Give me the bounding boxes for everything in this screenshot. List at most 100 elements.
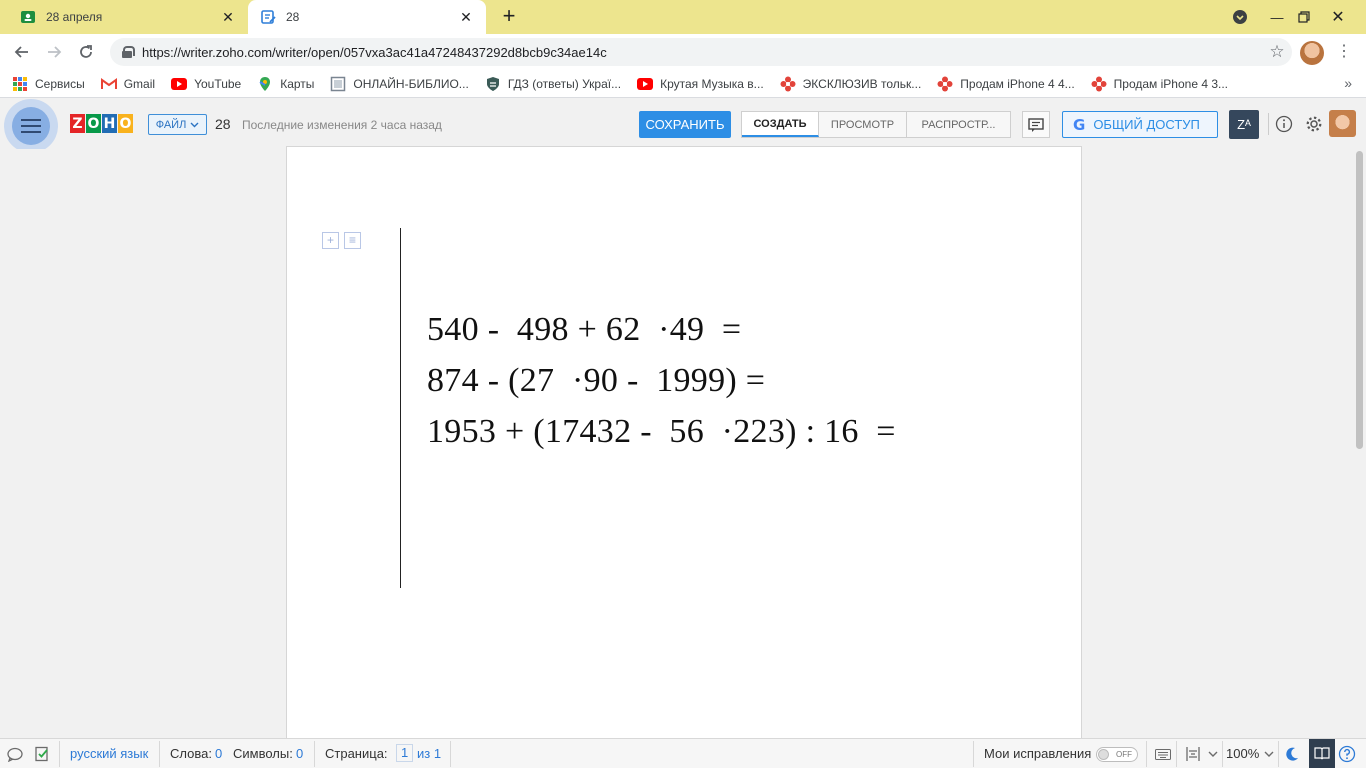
- bookmark-library[interactable]: ОНЛАЙН-БИБЛИО...: [330, 76, 469, 92]
- tab-title: 28: [286, 10, 300, 24]
- browser-menu-icon[interactable]: ⋮: [1334, 41, 1354, 65]
- file-menu-label: ФАЙЛ: [155, 118, 187, 131]
- last-modified-text[interactable]: Последние изменения 2 часа назад: [242, 118, 442, 132]
- document-check-icon[interactable]: [33, 745, 51, 763]
- browser-tab-active[interactable]: 28 ✕: [248, 0, 486, 34]
- chevron-double-right-icon[interactable]: »: [1344, 75, 1352, 91]
- bookmark-label: Продам iPhone 4 4...: [960, 76, 1075, 91]
- back-icon[interactable]: [8, 38, 36, 66]
- night-mode-icon[interactable]: [1283, 745, 1301, 763]
- bookmark-music[interactable]: Крутая Музыка в...: [637, 76, 764, 92]
- close-icon[interactable]: ✕: [220, 9, 236, 25]
- text-cursor: [400, 228, 401, 588]
- window-close-button[interactable]: ✕: [1318, 0, 1358, 34]
- bookmark-youtube[interactable]: YouTube: [171, 76, 241, 92]
- language-selector[interactable]: русский язык: [70, 746, 148, 761]
- help-icon[interactable]: [1338, 745, 1356, 763]
- equation-line[interactable]: 540 - 498 + 62 ·49 =: [427, 304, 896, 355]
- google-icon: G: [1073, 115, 1086, 134]
- comments-panel-icon[interactable]: [1022, 111, 1050, 138]
- bookmark-label: Крутая Музыка в...: [660, 76, 764, 91]
- profile-avatar[interactable]: [1300, 41, 1324, 65]
- bookmark-label: ОНЛАЙН-БИБЛИО...: [353, 76, 469, 91]
- browser-tab[interactable]: 28 апреля ✕: [8, 0, 248, 34]
- browser-toolbar: https://writer.zoho.com/writer/open/057v…: [0, 34, 1366, 70]
- equation-block[interactable]: 540 - 498 + 62 ·49 = 874 - (27 ·90 - 199…: [427, 304, 896, 457]
- word-count-value[interactable]: 0: [215, 746, 222, 761]
- toggle-state: OFF: [1116, 750, 1132, 759]
- flower-icon: [937, 76, 953, 92]
- char-count-value[interactable]: 0: [296, 746, 303, 761]
- reload-icon[interactable]: [72, 38, 100, 66]
- bookmark-star-icon[interactable]: ☆: [1262, 42, 1292, 62]
- share-button[interactable]: G ОБЩИЙ ДОСТУП: [1062, 111, 1218, 138]
- bookmark-label: Gmail: [123, 76, 156, 91]
- bookmark-label: Продам iPhone 4 3...: [1113, 76, 1229, 91]
- user-avatar[interactable]: [1329, 110, 1356, 137]
- book-icon: [330, 76, 346, 92]
- bookmark-apps[interactable]: Сервисы: [12, 76, 85, 92]
- add-block-icon[interactable]: +: [322, 232, 339, 249]
- track-changes-toggle[interactable]: OFF: [1096, 747, 1138, 762]
- bookmark-maps[interactable]: Карты: [257, 76, 314, 92]
- bookmark-iphone-2[interactable]: Продам iPhone 4 3...: [1091, 76, 1228, 92]
- equation-line[interactable]: 1953 + (17432 - 56 ·223) : 16 =: [427, 406, 896, 457]
- shield-icon: [485, 76, 501, 92]
- word-count-label: Слова:: [170, 746, 212, 761]
- hamburger-menu-button[interactable]: [4, 99, 58, 153]
- share-label: ОБЩИЙ ДОСТУП: [1093, 117, 1200, 132]
- page-layout-icon[interactable]: [1184, 745, 1202, 763]
- zia-assistant-button[interactable]: Zᴬ: [1229, 110, 1259, 139]
- info-icon[interactable]: [1273, 113, 1295, 135]
- bookmark-iphone-1[interactable]: Продам iPhone 4 4...: [937, 76, 1075, 92]
- chat-icon[interactable]: [6, 745, 24, 763]
- tab-review[interactable]: ПРОСМОТР: [819, 112, 907, 137]
- tab-title: 28 апреля: [46, 10, 103, 24]
- gear-icon[interactable]: [1303, 113, 1325, 135]
- char-count-label: Символы:: [233, 746, 293, 761]
- page-total: из 1: [417, 746, 442, 761]
- bookmark-gmail[interactable]: Gmail: [100, 76, 156, 92]
- file-menu-button[interactable]: ФАЙЛ: [148, 114, 207, 135]
- equation-line[interactable]: 874 - (27 ·90 - 1999) =: [427, 355, 896, 406]
- flower-icon: [1091, 76, 1107, 92]
- flower-icon: [780, 76, 796, 92]
- mode-tabs: СОЗДАТЬ ПРОСМОТР РАСПРОСТР...: [741, 111, 1011, 138]
- apps-icon: [12, 76, 28, 92]
- keyboard-icon[interactable]: [1154, 745, 1172, 763]
- classroom-icon: [20, 9, 36, 25]
- gmail-icon: [100, 76, 117, 92]
- bookmark-gdz[interactable]: ГДЗ (ответы) Украї...: [485, 76, 621, 92]
- youtube-icon: [637, 76, 654, 92]
- document-canvas: + ≡ 540 - 498 + 62 ·49 = 874 - (27 ·90 -…: [0, 146, 1354, 746]
- chevron-down-icon: [190, 119, 199, 131]
- document-page[interactable]: + ≡ 540 - 498 + 62 ·49 = 874 - (27 ·90 -…: [286, 146, 1082, 746]
- page-label: Страница:: [325, 746, 388, 761]
- tab-distribute[interactable]: РАСПРОСТР...: [907, 112, 1010, 137]
- page-number-input[interactable]: 1: [396, 744, 414, 762]
- status-bar: русский язык Слова: 0 Символы: 0 Страниц…: [0, 738, 1366, 768]
- tab-compose[interactable]: СОЗДАТЬ: [742, 112, 819, 137]
- new-tab-button[interactable]: +: [496, 5, 522, 28]
- address-bar[interactable]: https://writer.zoho.com/writer/open/057v…: [110, 38, 1292, 66]
- chevron-down-icon[interactable]: [1260, 745, 1278, 763]
- bookmark-label: Сервисы: [35, 76, 85, 91]
- zoom-level[interactable]: 100%: [1226, 746, 1259, 761]
- lock-icon[interactable]: [122, 46, 135, 58]
- scrollbar-thumb[interactable]: [1356, 151, 1363, 449]
- url-text[interactable]: https://writer.zoho.com/writer/open/057v…: [142, 45, 1262, 60]
- paragraph-options-icon[interactable]: ≡: [344, 232, 361, 249]
- menu-icon: [12, 107, 50, 145]
- chevron-down-icon[interactable]: [1204, 745, 1222, 763]
- bookmark-label: Карты: [280, 76, 315, 91]
- maps-icon: [257, 76, 273, 92]
- document-name[interactable]: 28: [215, 116, 231, 132]
- tab-search-icon[interactable]: [1220, 0, 1260, 34]
- close-icon[interactable]: ✕: [458, 9, 474, 25]
- save-button[interactable]: СОХРАНИТЬ: [639, 111, 731, 138]
- bookmark-exclusive[interactable]: ЭКСКЛЮЗИВ тольк...: [780, 76, 921, 92]
- book-view-icon[interactable]: [1309, 739, 1335, 768]
- forward-icon[interactable]: [40, 38, 68, 66]
- vertical-scrollbar[interactable]: [1354, 149, 1366, 739]
- zoho-writer-icon: [260, 9, 276, 25]
